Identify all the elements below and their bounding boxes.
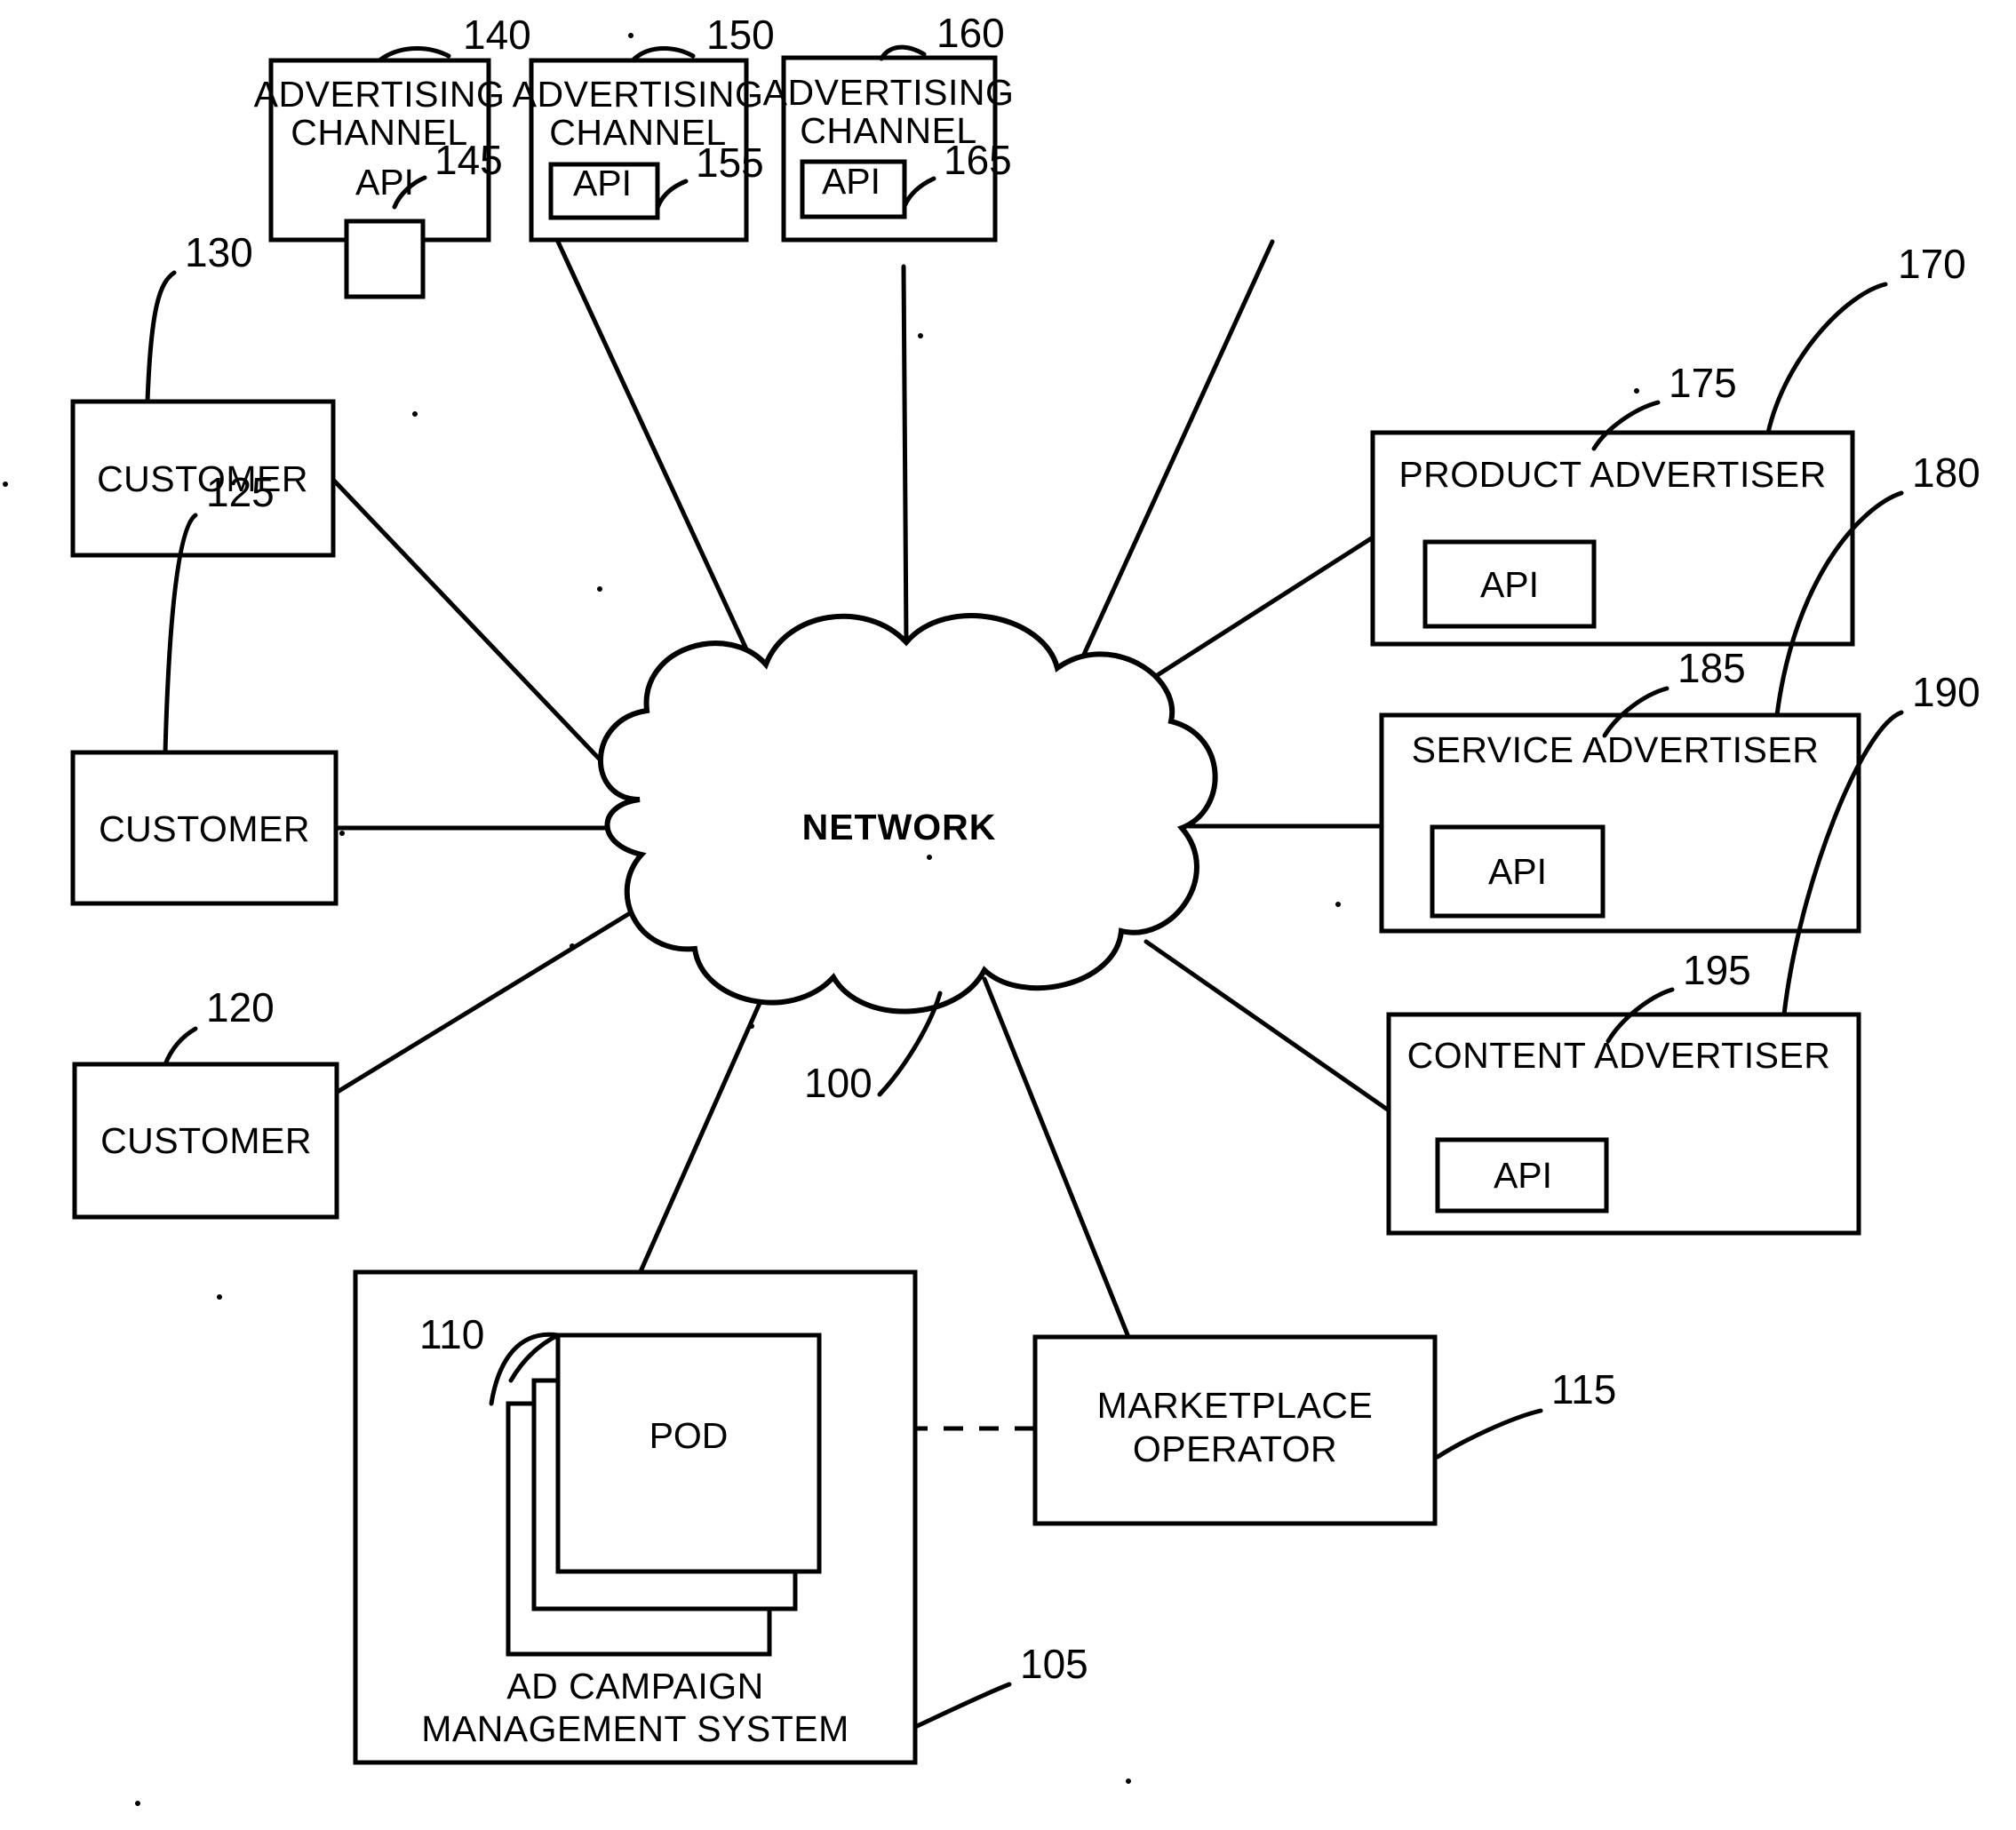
connector-marketplace-operator-network xyxy=(982,976,1131,1340)
ref-num-125: 125 xyxy=(206,469,275,515)
ref-num-150: 150 xyxy=(706,12,775,58)
product-advertiser-api-label: API xyxy=(1480,564,1539,605)
connector-adchannel140-network xyxy=(555,239,756,667)
node-customer-120[interactable]: CUSTOMER xyxy=(72,1062,339,1220)
marketplace-operator-label-line2: OPERATOR xyxy=(1133,1428,1337,1469)
speck xyxy=(749,1023,754,1029)
patent-figure-canvas: NETWORK 100 ADVERTISING CHANNEL API 140 … xyxy=(0,0,2016,1830)
ref-num-190: 190 xyxy=(1912,669,1980,715)
ref-num-120: 120 xyxy=(206,984,275,1030)
node-service-advertiser[interactable]: SERVICE ADVERTISER API xyxy=(1379,712,1861,934)
advertising-channel-140-api-box[interactable] xyxy=(344,219,426,299)
speck xyxy=(135,1801,140,1806)
speck xyxy=(1634,388,1639,394)
speck xyxy=(628,33,633,38)
ref-num-145: 145 xyxy=(434,137,503,183)
ref-num-110: 110 xyxy=(419,1311,484,1357)
product-advertiser-label: PRODUCT ADVERTISER xyxy=(1398,454,1826,495)
leader-105 xyxy=(912,1682,1012,1730)
ref-num-195: 195 xyxy=(1683,947,1751,993)
connector-adchannel150-network xyxy=(901,264,909,645)
leader-115 xyxy=(1435,1408,1543,1460)
service-advertiser-api-label: API xyxy=(1488,851,1547,892)
network-label: NETWORK xyxy=(802,807,997,847)
advertising-channel-140-label-line1: ADVERTISING xyxy=(254,74,506,115)
speck xyxy=(217,1294,222,1300)
ref-num-175: 175 xyxy=(1669,360,1737,406)
speck xyxy=(3,481,8,487)
advertising-channel-140-api-label: API xyxy=(355,162,414,203)
connector-adchannel160-network xyxy=(1075,239,1275,671)
advertising-channel-160-api-label: API xyxy=(822,161,881,202)
content-advertiser-label: CONTENT ADVERTISER xyxy=(1407,1035,1831,1076)
pod-label: POD xyxy=(649,1415,729,1456)
customer-120-label: CUSTOMER xyxy=(100,1120,312,1161)
node-marketplace-operator[interactable]: MARKETPLACE OPERATOR xyxy=(1032,1334,1438,1526)
advertising-channel-150-label-line1: ADVERTISING xyxy=(513,74,764,115)
speck xyxy=(1335,902,1341,907)
ref-num-105: 105 xyxy=(1020,1641,1088,1687)
speck xyxy=(570,943,575,949)
speck xyxy=(412,411,418,417)
connector-customer120-network xyxy=(331,903,644,1097)
advertising-channel-150-api-label: API xyxy=(573,163,632,203)
ref-num-100: 100 xyxy=(804,1060,873,1106)
connector-customer130-network xyxy=(331,477,641,802)
ref-num-155: 155 xyxy=(696,139,764,186)
service-advertiser-label: SERVICE ADVERTISER xyxy=(1412,729,1820,770)
speck xyxy=(1126,1778,1131,1784)
ref-num-130: 130 xyxy=(185,229,253,275)
customer-125-label: CUSTOMER xyxy=(99,808,310,849)
ad-campaign-management-system-label-line1: AD CAMPAIGN xyxy=(506,1666,764,1707)
speck xyxy=(597,586,602,592)
leader-170 xyxy=(1765,282,1888,435)
ref-num-115: 115 xyxy=(1551,1366,1616,1412)
network-cloud-group: NETWORK xyxy=(598,613,1218,1014)
connector-content-advertiser-network xyxy=(1143,939,1391,1113)
content-advertiser-api-label: API xyxy=(1494,1155,1552,1196)
speck xyxy=(927,855,932,860)
customer-130-label: CUSTOMER xyxy=(97,458,308,499)
node-customer-130[interactable]: CUSTOMER xyxy=(70,399,336,558)
connector-campaign-system-network xyxy=(635,975,774,1280)
advertising-channel-160-label-line1: ADVERTISING xyxy=(763,72,1015,113)
ref-num-140: 140 xyxy=(463,12,531,58)
node-content-advertiser[interactable]: CONTENT ADVERTISER API xyxy=(1386,1012,1861,1236)
ref-num-185: 185 xyxy=(1677,645,1746,691)
leader-130 xyxy=(145,270,177,404)
patent-block-diagram: NETWORK 100 ADVERTISING CHANNEL API 140 … xyxy=(3,10,1980,1806)
node-customer-125[interactable]: CUSTOMER xyxy=(70,750,339,906)
ref-num-165: 165 xyxy=(944,137,1012,183)
speck xyxy=(918,333,923,338)
ref-num-180: 180 xyxy=(1912,450,1980,496)
marketplace-operator-label-line1: MARKETPLACE xyxy=(1097,1385,1374,1426)
ref-num-170: 170 xyxy=(1898,241,1966,287)
ref-num-160: 160 xyxy=(936,10,1005,56)
ad-campaign-management-system-label-line2: MANAGEMENT SYSTEM xyxy=(421,1708,849,1749)
node-product-advertiser[interactable]: PRODUCT ADVERTISER API xyxy=(1370,430,1855,647)
speck xyxy=(339,831,345,836)
leader-120 xyxy=(163,1026,198,1067)
